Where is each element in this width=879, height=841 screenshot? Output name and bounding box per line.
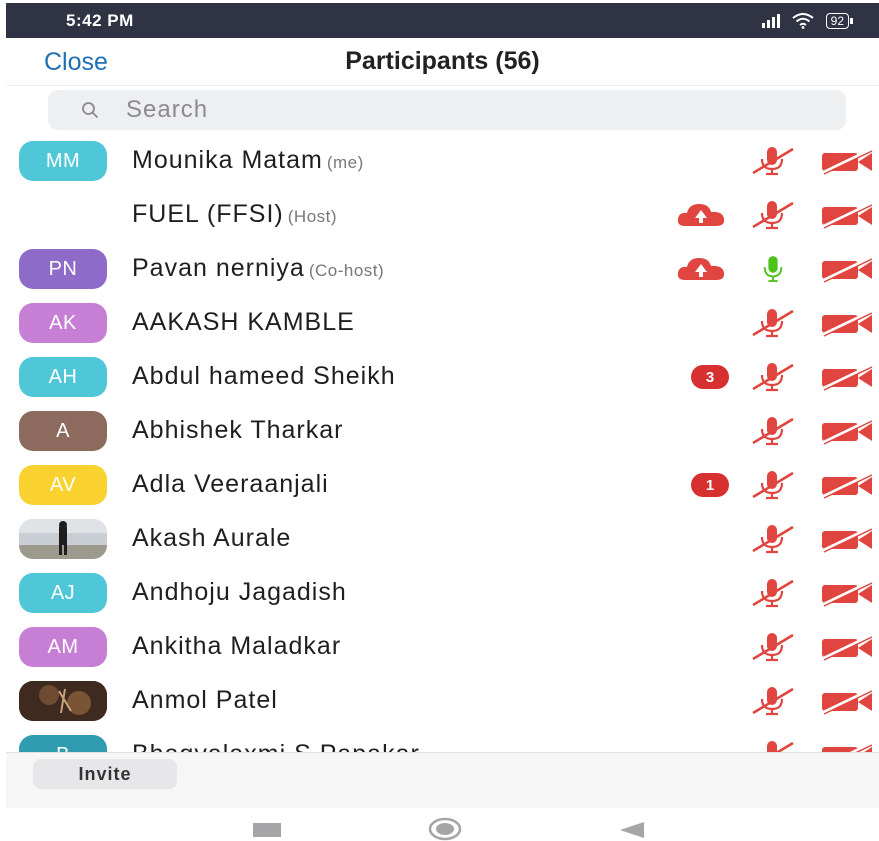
participant-name: Abhishek Tharkar (132, 416, 343, 445)
video-off-icon[interactable] (818, 630, 876, 664)
battery-indicator: 92 (825, 12, 854, 29)
participant-name-text: Adla Veeraanjali (132, 470, 329, 498)
participant-list[interactable]: MM Mounika Matam (me) FUEL (FFSI) (Host) PN Pa… (0, 134, 879, 752)
participant-name: Mounika Matam (me) (132, 146, 364, 175)
participant-row[interactable]: Anmol Patel (0, 674, 879, 728)
mic-muted-icon[interactable] (748, 630, 798, 664)
mic-muted-icon[interactable] (748, 306, 798, 340)
mic-muted-icon[interactable] (748, 576, 798, 610)
mic-muted-icon[interactable] (748, 144, 798, 178)
participant-row[interactable]: AH Abdul hameed Sheikh 3 (0, 350, 879, 404)
badge-count: 3 (691, 365, 729, 389)
participant-role: (me) (326, 153, 364, 172)
avatar (19, 681, 107, 721)
avatar: B (19, 735, 107, 752)
status-time: 5:42 PM (66, 10, 134, 30)
mic-muted-icon[interactable] (748, 198, 798, 232)
participant-row[interactable]: AV Adla Veeraanjali 1 (0, 458, 879, 512)
video-off-icon[interactable] (818, 738, 876, 752)
mic-muted-icon[interactable] (748, 684, 798, 718)
mic-muted-icon[interactable] (748, 468, 798, 502)
chat-count-badge: 1 (690, 468, 730, 502)
status-bar: 5:42 PM 92 (6, 3, 879, 38)
video-off-icon[interactable] (818, 144, 876, 178)
participant-name-text: Mounika Matam (132, 146, 323, 174)
mic-muted-icon[interactable] (748, 360, 798, 394)
badge-count: 1 (691, 473, 729, 497)
mic-muted-icon[interactable] (748, 522, 798, 556)
video-off-icon[interactable] (818, 468, 876, 502)
participant-name: Anmol Patel (132, 686, 278, 715)
participant-row[interactable]: MM Mounika Matam (me) (0, 134, 879, 188)
wifi-icon (792, 12, 814, 29)
mic-icon[interactable] (748, 252, 798, 286)
participant-row[interactable]: PN Pavan nerniya (Co-host) (0, 242, 879, 296)
participant-name: Bhagyalaxmi S Papakar (132, 740, 420, 752)
participant-name: Adla Veeraanjali (132, 470, 329, 499)
recent-apps-icon[interactable] (253, 823, 281, 837)
participant-name-text: FUEL (FFSI) (132, 200, 284, 228)
avatar (19, 195, 107, 235)
search-icon (82, 102, 99, 119)
avatar (19, 519, 107, 559)
cloud-icon (675, 198, 727, 232)
avatar: AH (19, 357, 107, 397)
participant-name: Pavan nerniya (Co-host) (132, 254, 384, 283)
participant-name: Ankitha Maladkar (132, 632, 341, 661)
footer-bar: Invite (6, 752, 879, 808)
participant-name-text: Abhishek Tharkar (132, 416, 344, 444)
system-nav-bar (6, 808, 879, 841)
participant-name-text: Andhoju Jagadish (132, 578, 347, 606)
participant-role: (Co-host) (308, 261, 385, 280)
cloud-icon (675, 252, 727, 286)
avatar: AM (19, 627, 107, 667)
video-off-icon[interactable] (818, 684, 876, 718)
video-off-icon[interactable] (818, 360, 876, 394)
video-off-icon[interactable] (818, 252, 876, 286)
avatar: AV (19, 465, 107, 505)
avatar: MM (19, 141, 107, 181)
back-icon[interactable] (618, 822, 646, 838)
participant-name: Akash Aurale (132, 524, 291, 553)
participant-name: AAKASH KAMBLE (132, 308, 355, 337)
home-icon[interactable] (428, 817, 462, 841)
video-off-icon[interactable] (818, 576, 876, 610)
page-title: Participants (56) (345, 47, 540, 75)
chat-count-badge: 3 (690, 360, 730, 394)
signal-icon (761, 13, 780, 28)
video-off-icon[interactable] (818, 198, 876, 232)
participant-name-text: Ankitha Maladkar (132, 632, 342, 660)
search-bar[interactable] (48, 90, 846, 130)
participant-name-text: Abdul hameed Sheikh (132, 362, 396, 390)
participant-row[interactable]: Akash Aurale (0, 512, 879, 566)
participant-name-text: Akash Aurale (132, 524, 292, 552)
participant-name: FUEL (FFSI) (Host) (132, 200, 337, 229)
participant-row[interactable]: A Abhishek Tharkar (0, 404, 879, 458)
avatar: PN (19, 249, 107, 289)
search-input[interactable] (126, 96, 826, 124)
invite-button[interactable]: Invite (33, 759, 177, 789)
video-off-icon[interactable] (818, 522, 876, 556)
mic-muted-icon[interactable] (748, 738, 798, 752)
participant-name: Andhoju Jagadish (132, 578, 347, 607)
participant-row[interactable]: AJ Andhoju Jagadish (0, 566, 879, 620)
participant-row[interactable]: FUEL (FFSI) (Host) (0, 188, 879, 242)
mic-muted-icon[interactable] (748, 414, 798, 448)
participant-row[interactable]: AM Ankitha Maladkar (0, 620, 879, 674)
avatar: A (19, 411, 107, 451)
header: Close Participants (56) (6, 38, 879, 86)
participant-name-text: Pavan nerniya (132, 254, 305, 282)
video-off-icon[interactable] (818, 414, 876, 448)
avatar: AK (19, 303, 107, 343)
participant-name: Abdul hameed Sheikh (132, 362, 396, 391)
status-icons: 92 (761, 12, 854, 29)
participant-role: (Host) (287, 207, 338, 226)
participant-name-text: Anmol Patel (132, 686, 278, 714)
participant-name-text: Bhagyalaxmi S Papakar (132, 740, 420, 752)
participant-name-text: AAKASH KAMBLE (132, 308, 355, 336)
participant-row[interactable]: AK AAKASH KAMBLE (0, 296, 879, 350)
participant-row[interactable]: B Bhagyalaxmi S Papakar (0, 728, 879, 752)
video-off-icon[interactable] (818, 306, 876, 340)
avatar: AJ (19, 573, 107, 613)
